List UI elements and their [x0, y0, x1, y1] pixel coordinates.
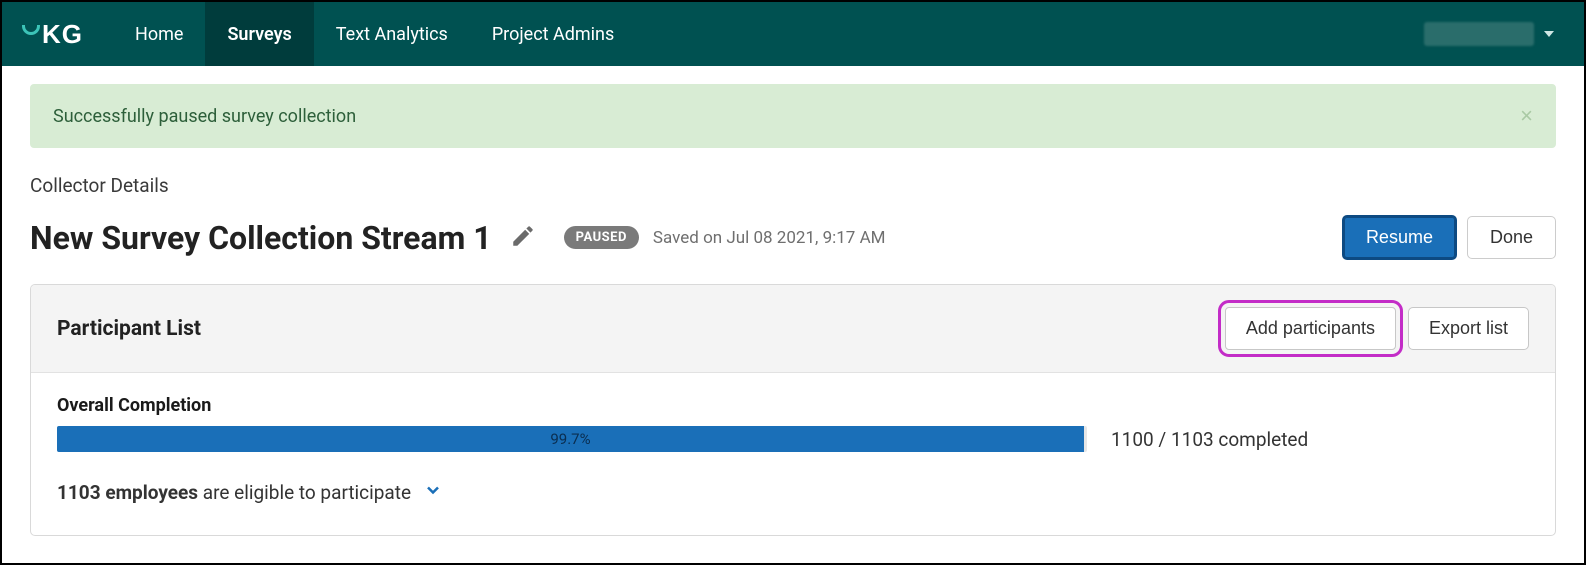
nav-item-home[interactable]: Home [113, 2, 205, 66]
progress-row: 99.7% 1100 / 1103 completed [57, 426, 1529, 452]
completion-count: 1100 / 1103 completed [1111, 428, 1308, 451]
nav-item-project-admins[interactable]: Project Admins [470, 2, 636, 66]
panel-body: Overall Completion 99.7% 1100 / 1103 com… [31, 373, 1555, 535]
alert-close-button[interactable]: × [1520, 105, 1533, 127]
logo-smile-icon [22, 25, 40, 35]
success-alert: Successfully paused survey collection × [30, 84, 1556, 148]
participant-panel: Participant List Add participants Export… [30, 284, 1556, 536]
panel-header: Participant List Add participants Export… [31, 285, 1555, 373]
status-badge: PAUSED [564, 226, 639, 249]
saved-timestamp: Saved on Jul 08 2021, 9:17 AM [653, 228, 886, 248]
edit-icon[interactable] [510, 223, 536, 253]
nav-item-surveys[interactable]: Surveys [205, 2, 313, 66]
expand-eligible-icon[interactable] [423, 480, 443, 505]
export-list-button[interactable]: Export list [1408, 307, 1529, 350]
chevron-down-icon [1544, 31, 1554, 37]
panel-title: Participant List [57, 317, 201, 341]
user-name-obscured [1424, 22, 1534, 46]
nav-items: Home Surveys Text Analytics Project Admi… [113, 2, 636, 66]
nav-item-text-analytics[interactable]: Text Analytics [314, 2, 470, 66]
page-title: New Survey Collection Stream 1 [30, 219, 492, 257]
completion-label: Overall Completion [57, 395, 1529, 416]
progress-fill: 99.7% [57, 426, 1084, 452]
user-menu[interactable] [1424, 22, 1564, 46]
progress-percent-text: 99.7% [550, 430, 590, 448]
add-participants-button[interactable]: Add participants [1225, 307, 1396, 350]
eligible-text: are eligible to participate [198, 481, 411, 504]
eligible-row: 1103 employees are eligible to participa… [57, 480, 1529, 505]
logo-text: KG [42, 19, 83, 50]
alert-message: Successfully paused survey collection [53, 106, 356, 127]
top-nav: KG Home Surveys Text Analytics Project A… [2, 2, 1584, 66]
title-row: New Survey Collection Stream 1 PAUSED Sa… [30, 215, 1556, 260]
done-button[interactable]: Done [1467, 216, 1556, 259]
logo[interactable]: KG [22, 19, 83, 50]
section-label: Collector Details [30, 174, 1556, 197]
content-area: Successfully paused survey collection × … [2, 66, 1584, 554]
resume-button[interactable]: Resume [1342, 215, 1457, 260]
progress-bar: 99.7% [57, 426, 1087, 452]
eligible-count: 1103 employees [57, 481, 198, 504]
